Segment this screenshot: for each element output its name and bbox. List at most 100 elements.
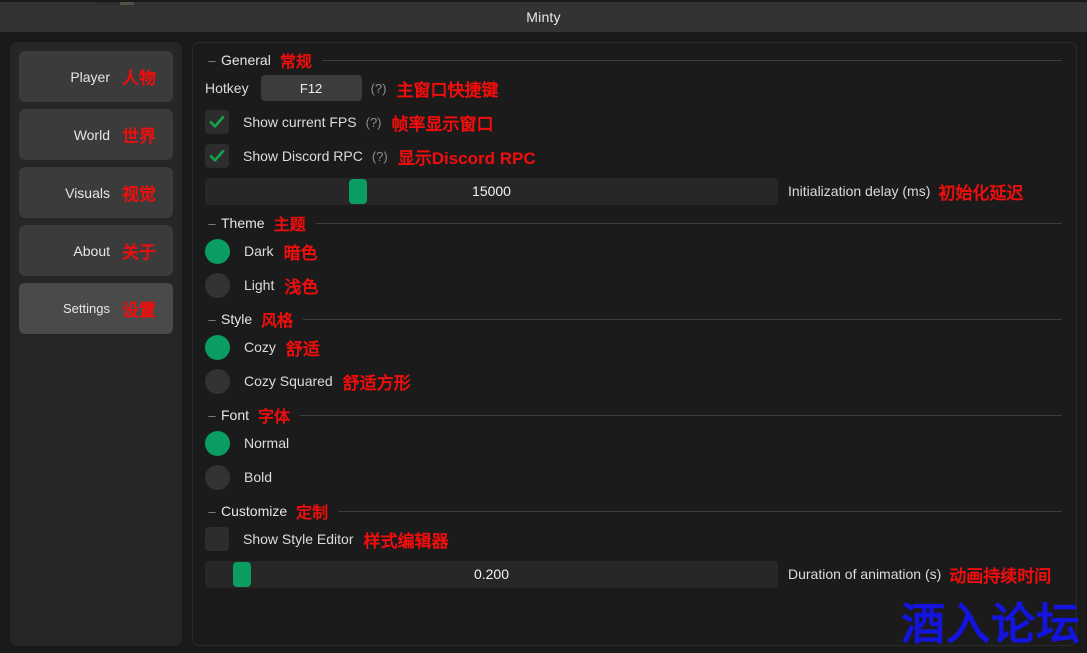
row-style-cozy: Cozy 舒适 [193, 330, 1076, 364]
font-bold-label: Bold [244, 469, 273, 485]
show-discord-rpc-label: Show Discord RPC [243, 148, 363, 164]
section-header-theme: – Theme 主题 [205, 212, 1064, 234]
show-current-fps-checkbox[interactable] [205, 110, 229, 134]
row-initialization-delay: 15000 Initialization delay (ms) 初始化延迟 [193, 176, 1076, 206]
animation-duration-caption: Duration of animation (s) [788, 566, 942, 582]
collapse-toggle-icon[interactable]: – [205, 54, 219, 67]
section-title-annotation-cn: 字体 [258, 409, 291, 426]
initialization-delay-slider[interactable]: 15000 [205, 177, 778, 205]
show-style-editor-label: Show Style Editor [243, 531, 354, 547]
sidebar-item-label: About [73, 242, 110, 259]
theme-dark-radio[interactable] [205, 238, 230, 264]
checkmark-icon [209, 149, 225, 162]
section-divider [321, 59, 1062, 61]
section-header-general: – General 常规 [205, 49, 1064, 71]
help-icon[interactable]: (?) [371, 81, 387, 96]
row-font-bold: Bold [193, 460, 1076, 494]
font-normal-label: Normal [244, 435, 290, 451]
section-title-annotation-cn: 定制 [296, 505, 329, 522]
animation-duration-slider[interactable]: 0.200 [205, 560, 778, 588]
section-title-annotation-cn: 主题 [273, 217, 306, 234]
show-discord-rpc-annotation-cn: 显示Discord RPC [397, 148, 536, 168]
initialization-delay-value: 15000 [472, 183, 511, 199]
section-header-style: – Style 风格 [205, 308, 1064, 330]
style-cozy-squared-label: Cozy Squared [244, 373, 333, 389]
section-title: Theme [221, 215, 265, 231]
collapse-toggle-icon[interactable]: – [205, 217, 219, 230]
collapse-toggle-icon[interactable]: – [205, 409, 219, 422]
show-discord-rpc-checkbox[interactable] [205, 144, 229, 168]
style-cozy-annotation-cn: 舒适 [285, 339, 320, 359]
row-font-normal: Normal [193, 426, 1076, 460]
sidebar-item-label: Player [70, 68, 110, 85]
section-divider [300, 414, 1062, 416]
section-divider [303, 318, 1062, 320]
checkmark-icon [209, 115, 225, 128]
slider-grip[interactable] [349, 178, 368, 204]
section-title: Customize [221, 503, 288, 519]
initialization-delay-caption: Initialization delay (ms) [788, 183, 931, 199]
slider-grip[interactable] [232, 561, 251, 587]
row-show-current-fps: Show current FPS (?) 帧率显示窗口 [193, 105, 1076, 139]
theme-light-radio[interactable] [205, 272, 230, 298]
sidebar-item-label-cn: 世界 [122, 127, 156, 146]
section-divider [338, 510, 1062, 512]
section-header-customize: – Customize 定制 [205, 500, 1064, 522]
help-icon[interactable]: (?) [372, 149, 388, 164]
initialization-delay-annotation-cn: 初始化延迟 [938, 183, 1024, 203]
sidebar-item-label-cn: 视觉 [122, 185, 156, 204]
section-title-annotation-cn: 风格 [261, 313, 294, 330]
show-current-fps-annotation-cn: 帧率显示窗口 [391, 114, 494, 134]
window-title: Minty [526, 9, 561, 25]
settings-panel: – General 常规 Hotkey F12 (?) 主窗口快捷键 Show … [192, 42, 1077, 646]
sidebar: Player 人物 World 世界 Visuals 视觉 About 关于 S… [10, 42, 182, 646]
theme-dark-annotation-cn: 暗色 [283, 243, 318, 263]
row-theme-dark: Dark 暗色 [193, 234, 1076, 268]
row-animation-duration: 0.200 Duration of animation (s) 动画持续时间 [193, 559, 1076, 589]
row-show-style-editor: Show Style Editor 样式编辑器 [193, 522, 1076, 556]
animation-duration-annotation-cn: 动画持续时间 [949, 566, 1052, 586]
hotkey-annotation-cn: 主窗口快捷键 [396, 80, 499, 100]
collapse-toggle-icon[interactable]: – [205, 505, 219, 518]
sidebar-item-label-cn: 设置 [122, 301, 156, 320]
row-show-discord-rpc: Show Discord RPC (?) 显示Discord RPC [193, 139, 1076, 173]
hotkey-label: Hotkey [205, 80, 249, 96]
title-bar: Minty [0, 2, 1087, 32]
title-bar-notch-secondary [120, 2, 134, 5]
row-theme-light: Light 浅色 [193, 268, 1076, 302]
sidebar-item-label-cn: 关于 [122, 243, 156, 262]
title-bar-notch [97, 2, 121, 5]
sidebar-item-label: Visuals [65, 184, 110, 201]
section-title: Font [221, 407, 250, 423]
sidebar-item-world[interactable]: World 世界 [19, 109, 173, 160]
theme-light-annotation-cn: 浅色 [284, 277, 319, 297]
section-divider [315, 222, 1062, 224]
theme-dark-label: Dark [244, 243, 274, 259]
show-current-fps-label: Show current FPS [243, 114, 357, 130]
theme-light-label: Light [244, 277, 275, 293]
section-title: Style [221, 311, 253, 327]
help-icon[interactable]: (?) [366, 115, 382, 130]
show-style-editor-checkbox[interactable] [205, 527, 229, 551]
sidebar-item-settings[interactable]: Settings 设置 [19, 283, 173, 334]
section-title-annotation-cn: 常规 [279, 54, 312, 71]
sidebar-item-label: World [73, 126, 110, 143]
font-bold-radio[interactable] [205, 464, 230, 490]
sidebar-item-visuals[interactable]: Visuals 视觉 [19, 167, 173, 218]
show-style-editor-annotation-cn: 样式编辑器 [363, 531, 449, 551]
sidebar-item-label-cn: 人物 [122, 69, 156, 88]
font-normal-radio[interactable] [205, 430, 230, 456]
section-header-font: – Font 字体 [205, 404, 1064, 426]
sidebar-item-about[interactable]: About 关于 [19, 225, 173, 276]
style-cozy-label: Cozy [244, 339, 276, 355]
style-cozy-squared-radio[interactable] [205, 368, 230, 394]
collapse-toggle-icon[interactable]: – [205, 313, 219, 326]
hotkey-button[interactable]: F12 [260, 75, 362, 101]
animation-duration-value: 0.200 [473, 566, 510, 582]
section-title: General [221, 52, 271, 68]
style-cozy-radio[interactable] [205, 334, 230, 360]
row-hotkey: Hotkey F12 (?) 主窗口快捷键 [193, 71, 1076, 105]
sidebar-item-label: Settings [63, 301, 110, 316]
sidebar-item-player[interactable]: Player 人物 [19, 51, 173, 102]
row-style-cozy-squared: Cozy Squared 舒适方形 [193, 364, 1076, 398]
